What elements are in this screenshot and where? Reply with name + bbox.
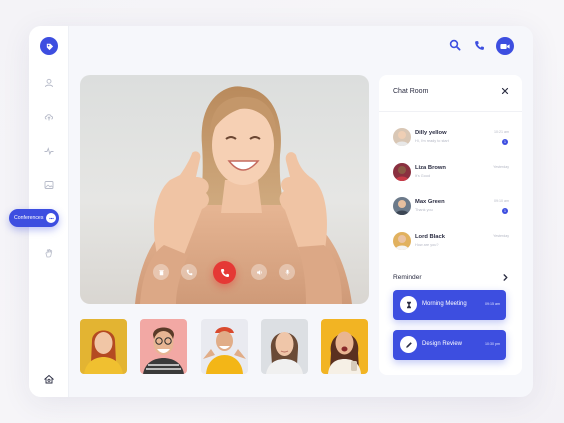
trash-icon — [158, 269, 164, 275]
contact-name: Lord Black — [415, 234, 445, 240]
cloud-upload-icon[interactable] — [44, 112, 54, 122]
contact-last-message: Hi, I'm ready to start — [415, 139, 449, 143]
user-icon[interactable] — [44, 78, 54, 88]
contact-name: Dilly yellow — [415, 130, 447, 136]
end-call-button[interactable] — [213, 261, 236, 284]
avatar — [393, 232, 411, 250]
avatar — [393, 197, 411, 215]
microphone-icon — [284, 269, 290, 275]
phone-icon[interactable] — [474, 40, 485, 51]
participant-photo — [203, 327, 246, 374]
close-icon[interactable] — [501, 87, 509, 95]
avatar — [393, 128, 411, 146]
video-call-button[interactable] — [496, 37, 514, 55]
participant-thumbnail-1[interactable] — [80, 319, 127, 374]
contact-time: Yesterday — [493, 165, 509, 169]
chat-divider — [379, 111, 522, 112]
avatar — [393, 163, 411, 181]
chat-contact[interactable]: Lord Black How are you? Yesterday — [393, 232, 509, 252]
call-control-mic[interactable] — [279, 264, 295, 280]
chat-contact[interactable]: Dilly yellow Hi, I'm ready to start 10:2… — [393, 128, 509, 148]
end-call-icon — [220, 268, 229, 277]
chat-room-title: Chat Room — [393, 88, 429, 95]
contact-time: Yesterday — [493, 234, 509, 238]
contact-time: 09:10 am — [494, 199, 509, 203]
reminder-time: 09:15 am — [485, 302, 500, 306]
video-camera-icon — [500, 43, 510, 49]
image-icon[interactable] — [44, 180, 54, 190]
contact-time: 10:21 am — [494, 130, 509, 134]
participant-thumbnail-3[interactable] — [201, 319, 248, 374]
contact-last-message: How are you? — [415, 243, 439, 247]
hand-icon[interactable] — [44, 248, 54, 258]
participant-photo — [266, 332, 303, 374]
nav-item-conferences[interactable]: Conferences — [9, 209, 59, 227]
participant-photo — [143, 327, 184, 374]
activity-icon[interactable] — [44, 146, 54, 156]
participant-photo — [328, 331, 361, 374]
volume-icon — [256, 269, 262, 275]
reminder-card[interactable]: Design Review 10:30 pm — [393, 330, 506, 360]
participant-thumbnail-5[interactable] — [321, 319, 368, 374]
participant-photo — [84, 330, 123, 374]
reminder-title: Reminder — [393, 274, 422, 281]
hourglass-icon — [400, 296, 417, 313]
call-control-delete[interactable] — [153, 264, 169, 280]
app-logo[interactable] — [40, 37, 58, 55]
chat-bubble-icon — [46, 213, 56, 223]
chat-room-panel: Chat Room Dilly yellow Hi, I'm ready to … — [379, 75, 522, 375]
search-icon[interactable] — [449, 39, 461, 51]
call-control-phone[interactable] — [181, 264, 197, 280]
call-control-volume[interactable] — [251, 264, 267, 280]
tag-icon — [46, 43, 53, 50]
reminder-label: Design Review — [422, 341, 463, 347]
unread-badge: 1 — [502, 139, 508, 145]
pencil-icon — [400, 336, 417, 353]
contact-name: Max Green — [415, 199, 445, 205]
nav-item-conferences-label: Conferences — [14, 215, 44, 221]
contact-last-message: Thank you — [415, 208, 433, 212]
participant-thumbnail-4[interactable] — [261, 319, 308, 374]
contact-last-message: It's Good — [415, 174, 431, 178]
reminder-card[interactable]: Morning Meeting 09:15 am — [393, 290, 506, 320]
chat-contact[interactable]: Liza Brown It's Good Yesterday — [393, 163, 509, 183]
unread-badge: 1 — [502, 208, 508, 214]
settings-home-icon[interactable] — [44, 374, 54, 384]
reminder-label: Morning Meeting — [422, 301, 467, 307]
participant-thumbnail-2[interactable] — [140, 319, 187, 374]
reminder-time: 10:30 pm — [485, 342, 500, 346]
phone-icon — [186, 269, 192, 275]
chevron-right-icon[interactable] — [502, 274, 509, 281]
contact-name: Liza Brown — [415, 165, 446, 171]
chat-contact[interactable]: Max Green Thank you 09:10 am 1 — [393, 197, 509, 217]
